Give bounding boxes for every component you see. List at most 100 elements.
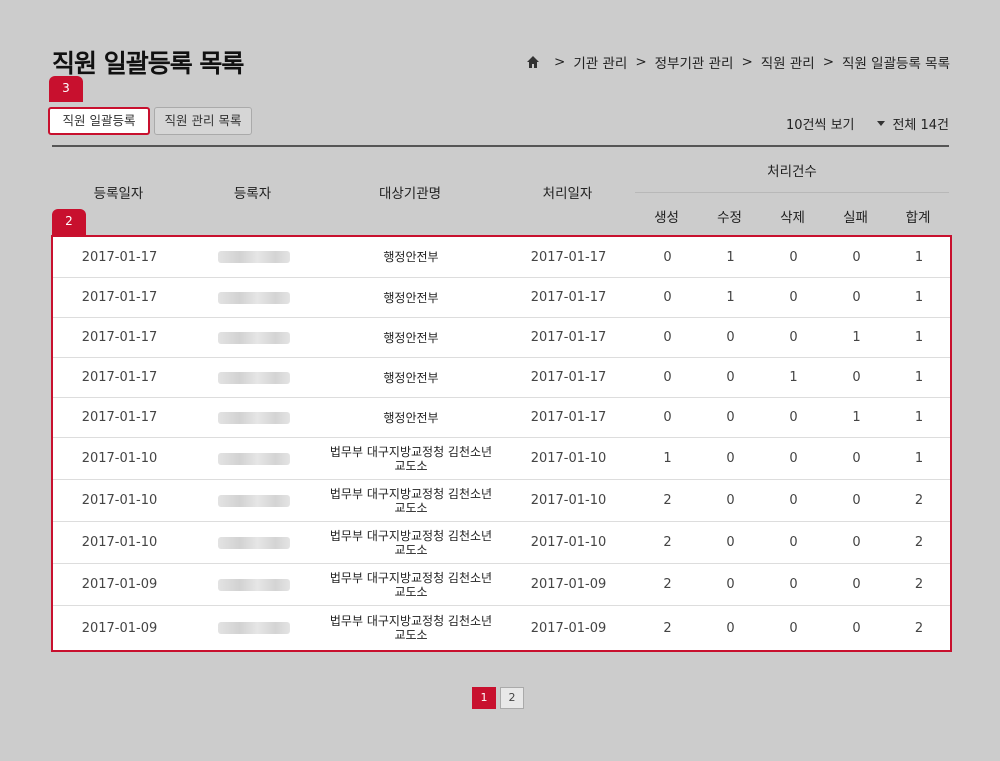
cell-processed: 2017-01-10: [501, 480, 636, 521]
cell-text: 행정안전부: [383, 410, 439, 425]
table-row[interactable]: 2017-01-10 법무부 대구지방교정청 김천소년교도소 2017-01-10 1…: [53, 438, 950, 480]
header-fail: 실패: [843, 210, 868, 226]
cell-date: 2017-01-17: [53, 398, 186, 437]
cell-edit: 1: [699, 278, 762, 317]
cell-processed: 2017-01-09: [501, 606, 636, 650]
cell-text: 2: [663, 620, 672, 636]
breadcrumb-item[interactable]: 기관 관리: [573, 52, 627, 72]
cell-sum: 2: [888, 480, 950, 521]
cell-edit: 0: [699, 606, 762, 650]
header-group-count: 처리건수: [767, 164, 817, 180]
cell-date: 2017-01-17: [53, 278, 186, 317]
cell-org: 행정안전부: [321, 278, 501, 317]
page-button-1[interactable]: 1: [472, 687, 496, 709]
bulk-register-button[interactable]: 직원 일괄등록: [48, 107, 150, 135]
cell-text: 0: [726, 577, 735, 592]
cell-processed: 2017-01-10: [501, 522, 636, 563]
cell-text: 0: [852, 370, 861, 385]
header-processed: 처리일자: [542, 186, 593, 202]
cell-text: 행정안전부: [383, 290, 439, 305]
cell-text: 1: [726, 290, 735, 305]
breadcrumb-item[interactable]: 직원 관리: [761, 52, 815, 72]
cell-text: 0: [789, 493, 798, 508]
cell-sum: 2: [888, 606, 950, 650]
cell-delete: 0: [762, 278, 825, 317]
cell-date: 2017-01-17: [53, 358, 186, 397]
cell-create: 0: [636, 278, 699, 317]
cell-text: 2: [663, 535, 672, 550]
cell-fail: 0: [825, 237, 888, 277]
table-row[interactable]: 2017-01-17 행정안전부 2017-01-17 0 0 1 0 1: [53, 358, 950, 398]
per-page-select[interactable]: 10건씩 보기: [786, 114, 885, 133]
cell-text: 법무부 대구지방교정청 김천소년교도소: [329, 444, 493, 473]
table-row[interactable]: 2017-01-17 행정안전부 2017-01-17 0 0 0 1 1: [53, 398, 950, 438]
cell-text: 0: [789, 410, 798, 425]
annotation-marker-3: 3: [49, 76, 83, 102]
cell-create: 2: [636, 606, 699, 650]
cell-text: 2: [914, 620, 924, 636]
cell-org: 법무부 대구지방교정청 김천소년교도소: [321, 522, 501, 563]
cell-text: 1: [914, 290, 924, 305]
cell-sum: 1: [888, 438, 950, 479]
cell-date: 2017-01-17: [53, 237, 186, 277]
employee-list-button[interactable]: 직원 관리 목록: [154, 107, 252, 135]
redacted-registrant: [217, 536, 290, 549]
table-row[interactable]: 2017-01-17 행정안전부 2017-01-17 0 0 0 1 1: [53, 318, 950, 358]
cell-text: 0: [726, 410, 735, 425]
table-row[interactable]: 2017-01-09 법무부 대구지방교정청 김천소년교도소 2017-01-09 2…: [53, 564, 950, 606]
redacted-registrant: [217, 411, 290, 424]
cell-delete: 0: [762, 438, 825, 479]
cell-edit: 0: [699, 522, 762, 563]
cell-text: 0: [789, 249, 798, 265]
breadcrumb-separator: >: [741, 54, 753, 70]
cell-delete: 0: [762, 606, 825, 650]
cell-text: 1: [914, 249, 924, 265]
breadcrumb: > 기관 관리 > 정부기관 관리 > 직원 관리 > 직원 일괄등록 목록: [526, 52, 950, 72]
cell-text: 1: [914, 370, 924, 385]
breadcrumb-item-current: 직원 일괄등록 목록: [842, 56, 950, 72]
cell-text: 2017-01-17: [530, 249, 607, 265]
cell-text: 2017-01-09: [530, 577, 607, 592]
cell-registrant: [186, 318, 321, 357]
cell-org: 법무부 대구지방교정청 김천소년교도소: [321, 438, 501, 479]
page-button-2[interactable]: 2: [500, 687, 524, 709]
table-row[interactable]: 2017-01-17 행정안전부 2017-01-17 0 1 0 0 1: [53, 278, 950, 318]
cell-create: 0: [636, 358, 699, 397]
breadcrumb-separator: >: [822, 54, 835, 70]
cell-create: 2: [636, 480, 699, 521]
cell-delete: 0: [762, 237, 825, 277]
cell-edit: 0: [699, 398, 762, 437]
table-row[interactable]: 2017-01-09 법무부 대구지방교정청 김천소년교도소 2017-01-09 2…: [53, 606, 950, 650]
table-row[interactable]: 2017-01-17 행정안전부 2017-01-17 0 1 0 0 1: [53, 237, 950, 278]
cell-text: 2017-01-10: [81, 451, 158, 466]
cell-text: 2017-01-17: [530, 410, 607, 425]
cell-text: 법무부 대구지방교정청 김천소년교도소: [329, 528, 493, 557]
cell-text: 0: [789, 535, 798, 550]
cell-date: 2017-01-09: [53, 564, 186, 605]
cell-text: 2: [914, 493, 924, 508]
cell-text: 2017-01-09: [81, 620, 158, 636]
breadcrumb-item[interactable]: 정부기관 관리: [655, 52, 734, 72]
cell-text: 2017-01-17: [530, 370, 607, 385]
cell-text: 0: [789, 290, 798, 305]
table-row[interactable]: 2017-01-10 법무부 대구지방교정청 김천소년교도소 2017-01-10 2…: [53, 522, 950, 564]
cell-sum: 1: [888, 237, 950, 277]
cell-text: 2017-01-17: [530, 330, 607, 345]
cell-text: 2017-01-10: [530, 493, 607, 508]
cell-sum: 1: [888, 398, 950, 437]
cell-text: 0: [726, 370, 735, 385]
cell-text: 0: [852, 451, 861, 466]
redacted-registrant: [217, 494, 290, 507]
home-icon[interactable]: [526, 55, 540, 69]
cell-edit: 0: [699, 358, 762, 397]
table-row[interactable]: 2017-01-10 법무부 대구지방교정청 김천소년교도소 2017-01-10 2…: [53, 480, 950, 522]
cell-text: 0: [726, 330, 735, 345]
cell-registrant: [186, 237, 321, 277]
cell-text: 2: [914, 535, 924, 550]
cell-edit: 0: [699, 318, 762, 357]
cell-text: 0: [789, 451, 798, 466]
cell-org: 법무부 대구지방교정청 김천소년교도소: [321, 480, 501, 521]
cell-org: 행정안전부: [321, 237, 501, 277]
cell-text: 2017-01-17: [530, 290, 607, 305]
cell-text: 1: [914, 330, 924, 345]
